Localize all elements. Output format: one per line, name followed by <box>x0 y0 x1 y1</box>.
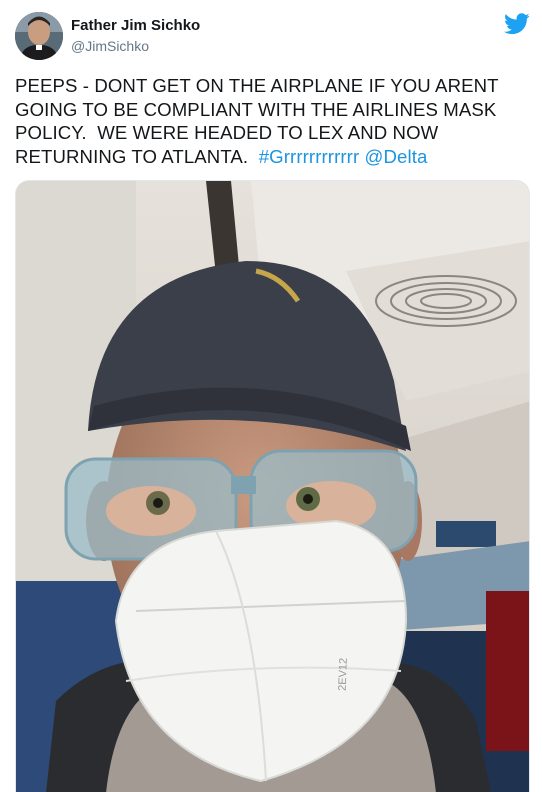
twitter-bird-icon[interactable] <box>504 13 530 35</box>
tweet-line: GOING TO BE COMPLIANT WITH THE AIRLINES … <box>15 98 497 120</box>
tweet-line: RETURNING TO ATLANTA. <box>15 145 249 167</box>
mask-print: 2EV12 <box>337 658 350 691</box>
tweet-photo[interactable]: 2EV12 <box>15 180 530 792</box>
tweet-line: POLICY. WE WERE HEADED TO LEX AND NOW <box>15 122 439 143</box>
author-avatar[interactable] <box>15 12 63 60</box>
tweet-line: PEEPS - DONT GET ON THE AIRPLANE IF YOU … <box>15 75 499 96</box>
author-handle[interactable]: @JimSichko <box>71 38 149 54</box>
mention-link[interactable]: @Delta <box>365 146 428 167</box>
author-name[interactable]: Father Jim Sichko <box>71 17 200 34</box>
hashtag-link[interactable]: #Grrrrrrrrrrrr <box>259 146 360 167</box>
tweet-text: PEEPS - DONT GET ON THE AIRPLANE IF YOU … <box>15 74 530 168</box>
